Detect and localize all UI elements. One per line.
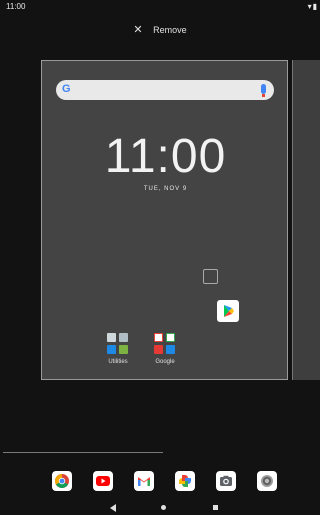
divider: [3, 452, 163, 453]
status-icons: ▾▮: [308, 2, 318, 11]
clock-widget[interactable]: 11:00: [42, 129, 289, 184]
folder-label: Utilities: [108, 359, 128, 365]
youtube-icon[interactable]: [93, 471, 113, 491]
home-button[interactable]: [161, 505, 166, 510]
remove-button[interactable]: ✕ Remove: [0, 20, 320, 40]
battery-icon: ▮: [312, 2, 318, 11]
mic-icon[interactable]: [261, 84, 266, 97]
remove-label: Remove: [153, 25, 187, 35]
folder-utilities[interactable]: Utilities: [93, 333, 143, 365]
folder-google-icon: [154, 333, 176, 355]
play-store-icon[interactable]: [217, 300, 239, 322]
status-bar: 11:00 ▾▮: [0, 0, 320, 14]
chrome-icon[interactable]: [52, 471, 72, 491]
camera-icon[interactable]: [216, 471, 236, 491]
recents-button[interactable]: [213, 505, 218, 510]
next-page-preview[interactable]: [292, 60, 320, 380]
navigation-bar: [0, 500, 320, 515]
settings-icon[interactable]: [257, 471, 277, 491]
date-label: TUE, NOV 9: [143, 186, 188, 192]
empty-slot: [203, 269, 218, 284]
photos-icon[interactable]: [175, 471, 195, 491]
folder-utilities-icon: [107, 333, 129, 355]
search-bar[interactable]: G: [56, 80, 274, 100]
gmail-icon[interactable]: [134, 471, 154, 491]
back-button[interactable]: [110, 504, 116, 512]
close-icon: ✕: [133, 24, 143, 36]
folder-label: Google: [155, 359, 175, 365]
folder-google[interactable]: Google: [140, 333, 190, 365]
status-time: 11:00: [6, 2, 26, 11]
google-logo-icon: G: [62, 83, 71, 95]
home-page-preview[interactable]: G 11:00 TUE, NOV 9 Utilities Google: [41, 60, 288, 380]
